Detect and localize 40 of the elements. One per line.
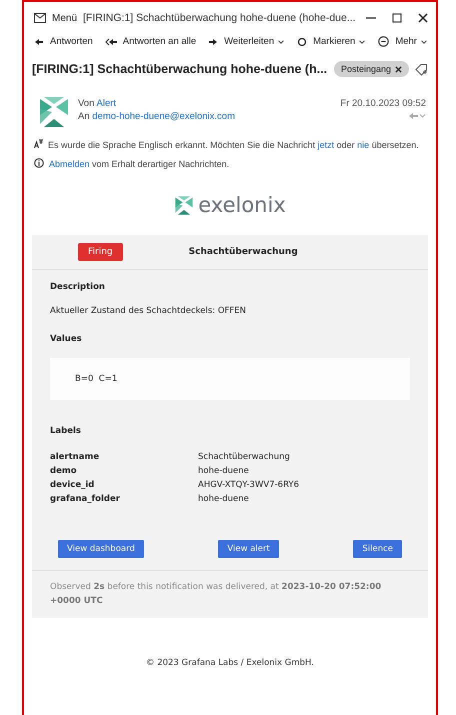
- toolbar-button[interactable]: Weiterleiten: [208, 36, 286, 47]
- section-heading: Labels: [50, 426, 82, 436]
- sender-line: Von Alert: [78, 98, 118, 109]
- section-heading: Description: [50, 282, 106, 292]
- translate-link[interactable]: jetzt: [318, 140, 334, 150]
- action-button[interactable]: View dashboard: [58, 540, 144, 558]
- recipient-line: An demo-hohe-duene@exelonix.com: [78, 111, 236, 122]
- logo-text: exelonix: [198, 193, 286, 218]
- translation-notice: Es wurde die Sprache Englisch erkannt. Möchten Sie die Nachricht jetzt oder nie übersetzen.: [48, 139, 420, 152]
- label-value: Schachtüberwachung: [198, 452, 291, 462]
- observed-note: Observed 2s before this notification was delivered, at 2023-10-20 07:52:00 +0000 UTC: [32, 570, 428, 618]
- unsubscribe-link[interactable]: Abmelden: [49, 159, 90, 170]
- recipient-link[interactable]: demo-hohe-duene@exelonix.com: [92, 111, 235, 122]
- folder-tag[interactable]: Posteingang: [334, 61, 409, 77]
- footer-text: © 2023 Grafana Labs / Exelonix GmbH.: [145, 658, 315, 668]
- unsubscribe-notice: Abmelden vom Erhalt derartiger Nachrichten.: [49, 158, 230, 172]
- label-value: hohe-duene: [198, 466, 250, 476]
- section-heading: Values: [50, 334, 83, 344]
- label-key: device_id: [50, 480, 198, 490]
- message-date: Fr 20.10.2023 09:52: [340, 98, 426, 109]
- window-title: [FIRING:1] Schachtüberwachung hohe-duene (hohe-due...: [83, 12, 357, 24]
- description-text: Aktueller Zustand des Schachtdeckels: OFFEN: [50, 306, 248, 316]
- alert-name: Schachtüberwachung: [188, 247, 298, 258]
- label-value: AHGV-XTQY-3WV7-6RY6: [198, 480, 300, 490]
- translate-link[interactable]: nie: [357, 140, 370, 150]
- toolbar-button[interactable]: Antworten: [34, 36, 93, 47]
- status-badge: Firing: [78, 243, 123, 262]
- sender-link[interactable]: Alert: [96, 98, 116, 109]
- label-key: demo: [50, 466, 198, 476]
- action-button[interactable]: Silence: [353, 540, 402, 558]
- menu-button[interactable]: Menü: [52, 12, 78, 24]
- toolbar-button[interactable]: Antworten an alle: [104, 36, 196, 47]
- label-key: alertname: [50, 452, 198, 462]
- toolbar-button[interactable]: Mehr: [378, 36, 428, 47]
- toolbar-button[interactable]: Markieren: [297, 36, 366, 47]
- values-text: B=0 C=1: [75, 374, 118, 384]
- action-button[interactable]: View alert: [218, 540, 279, 558]
- label-value: hohe-duene: [198, 494, 250, 504]
- subject-title: [FIRING:1] Schachtüberwachung hohe-duene (h...: [32, 62, 328, 76]
- label-key: grafana_folder: [50, 494, 198, 504]
